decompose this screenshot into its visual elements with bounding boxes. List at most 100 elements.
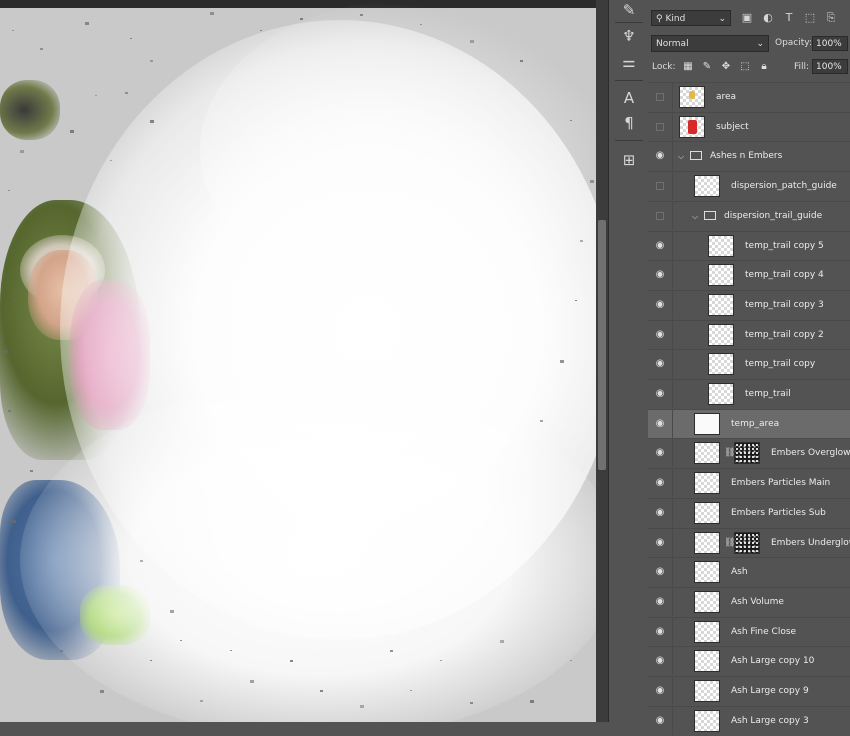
layer-name: Embers Particles Sub (731, 507, 826, 518)
layer-thumbnail (694, 709, 720, 732)
filter-kind-select[interactable]: ⚲ Kind ⌄ (651, 10, 731, 26)
visibility-eye-icon[interactable]: ◉ (654, 566, 666, 578)
layer-row[interactable]: ◉ Ash Fine Close (648, 616, 850, 646)
layer-row[interactable]: subject (648, 111, 850, 141)
layer-name: Ash Large copy 3 (731, 715, 809, 726)
visibility-eye-icon[interactable]: ◉ (654, 626, 666, 638)
expand-chevron-icon[interactable]: ⌵ (692, 202, 698, 231)
visibility-off-box[interactable] (656, 93, 664, 101)
adjust-icon[interactable]: ⚌ (619, 52, 639, 72)
shape-filter-icon[interactable]: ⬚ (803, 11, 817, 25)
visibility-eye-icon[interactable]: ◉ (654, 507, 666, 519)
layer-row[interactable]: ◉ ⛓ Embers Underglow (648, 527, 850, 557)
layer-row[interactable]: ◉ temp_trail copy 5 (648, 230, 850, 260)
layer-name: temp_trail copy 4 (745, 270, 824, 281)
lock-transparent-icon[interactable]: ▦ (682, 61, 694, 73)
layer-row[interactable]: ◉ temp_trail (648, 379, 850, 408)
layer-row[interactable]: ◉ ⛓ Embers Overglow (648, 438, 850, 468)
layer-name: temp_trail copy 3 (745, 299, 824, 310)
history-icon[interactable]: ✎ (619, 0, 639, 20)
layer-name: Embers Particles Main (731, 478, 831, 489)
layer-row[interactable]: ⌵ dispersion_trail_guide (648, 200, 850, 231)
document-canvas[interactable] (0, 0, 596, 722)
lock-all-icon[interactable]: 🔒︎ (758, 61, 770, 73)
ash-speck (250, 680, 254, 683)
chevron-down-icon: ⌄ (756, 39, 764, 49)
align-icon[interactable]: ⊞ (619, 150, 639, 170)
ash-speck (390, 650, 393, 652)
visibility-eye-icon[interactable]: ◉ (654, 358, 666, 370)
layer-row[interactable]: ◉ Ash Volume (648, 586, 850, 616)
layer-row[interactable]: ◉ temp_trail copy 4 (648, 260, 850, 290)
adjustment-filter-icon[interactable]: ◐ (761, 11, 775, 25)
visibility-eye-icon[interactable]: ◉ (654, 715, 666, 727)
visibility-eye-icon[interactable]: ◉ (654, 418, 666, 430)
visibility-eye-icon[interactable]: ◉ (654, 447, 666, 459)
divider (672, 83, 673, 111)
visibility-eye-icon[interactable]: ◉ (654, 685, 666, 697)
visibility-eye-icon[interactable]: ◉ (654, 269, 666, 281)
tool-strip: ✎ ♆ ⚌ A ¶ ⊞ (608, 0, 650, 722)
layer-thumbnail (694, 680, 720, 702)
mask-link-icon[interactable]: ⛓ (724, 447, 735, 459)
visibility-off-box[interactable] (656, 182, 664, 191)
layer-row[interactable]: ◉ Ash (648, 557, 850, 587)
visibility-eye-icon[interactable]: ◉ (654, 150, 666, 162)
smart-object-filter-icon[interactable]: ⎘ (824, 11, 838, 25)
layer-thumbnail (679, 86, 705, 108)
layer-row[interactable]: ◉ temp_area (648, 408, 850, 438)
layer-thumbnail (708, 383, 734, 405)
lock-position-icon[interactable]: ✥ (720, 61, 732, 73)
layer-row[interactable]: ◉ Embers Particles Sub (648, 497, 850, 527)
blend-mode-value: Normal (656, 39, 689, 49)
visibility-eye-icon[interactable]: ◉ (654, 329, 666, 341)
layer-mask-thumbnail[interactable] (734, 442, 760, 465)
visibility-eye-icon[interactable]: ◉ (654, 477, 666, 489)
layer-thumbnail (708, 293, 734, 316)
layer-thumbnail (694, 175, 720, 198)
layer-name: area (716, 92, 737, 102)
expand-chevron-icon[interactable]: ⌵ (678, 142, 684, 171)
layer-row[interactable]: ◉ temp_trail copy 2 (648, 319, 850, 349)
type-tool-icon[interactable]: A (619, 88, 639, 108)
lock-artboard-icon[interactable]: ⬚ (739, 61, 751, 73)
layer-row[interactable]: ◉ ⌵ Ashes n Embers (648, 141, 850, 171)
layer-mask-thumbnail[interactable] (734, 531, 760, 554)
layer-row[interactable]: ◉ Ash Large copy 3 (648, 705, 850, 735)
visibility-off-box[interactable] (656, 122, 664, 131)
visibility-eye-icon[interactable]: ◉ (654, 388, 666, 400)
ash-speck (150, 120, 154, 123)
layer-row[interactable]: dispersion_patch_guide (648, 171, 850, 201)
ash-speck (170, 610, 174, 613)
visibility-eye-icon[interactable]: ◉ (654, 240, 666, 252)
visibility-off-box[interactable] (656, 211, 664, 220)
fill-input[interactable]: 100% (812, 59, 848, 74)
scrollbar-thumb[interactable] (598, 220, 606, 470)
visibility-eye-icon[interactable]: ◉ (654, 655, 666, 667)
layer-row[interactable]: ◉ Ash Large copy 10 (648, 646, 850, 676)
mask-link-icon[interactable]: ⛓ (724, 537, 735, 549)
brush-tool-icon[interactable]: ♆ (619, 26, 639, 46)
divider (672, 380, 673, 408)
layer-name: Ashes n Embers (710, 151, 783, 162)
layer-name: subject (716, 121, 749, 132)
blend-mode-select[interactable]: Normal ⌄ (651, 35, 769, 52)
ash-speck (470, 40, 474, 43)
pixel-filter-icon[interactable]: ▣ (740, 11, 754, 25)
divider (672, 350, 673, 379)
visibility-eye-icon[interactable]: ◉ (654, 537, 666, 549)
layer-row[interactable]: area (648, 82, 850, 111)
ash-speck (125, 92, 128, 94)
ash-speck (150, 660, 152, 661)
layer-row[interactable]: ◉ Embers Particles Main (648, 468, 850, 498)
layer-row[interactable]: ◉ Ash Large copy 9 (648, 676, 850, 705)
layer-thumbnail (694, 501, 720, 524)
visibility-eye-icon[interactable]: ◉ (654, 299, 666, 311)
paragraph-icon[interactable]: ¶ (619, 113, 639, 133)
layer-row[interactable]: ◉ temp_trail copy 3 (648, 289, 850, 319)
visibility-eye-icon[interactable]: ◉ (654, 596, 666, 608)
layer-row[interactable]: ◉ temp_trail copy (648, 349, 850, 379)
type-filter-icon[interactable]: T (782, 11, 796, 25)
opacity-input[interactable]: 100% (812, 36, 848, 51)
lock-image-icon[interactable]: ✎ (701, 61, 713, 73)
